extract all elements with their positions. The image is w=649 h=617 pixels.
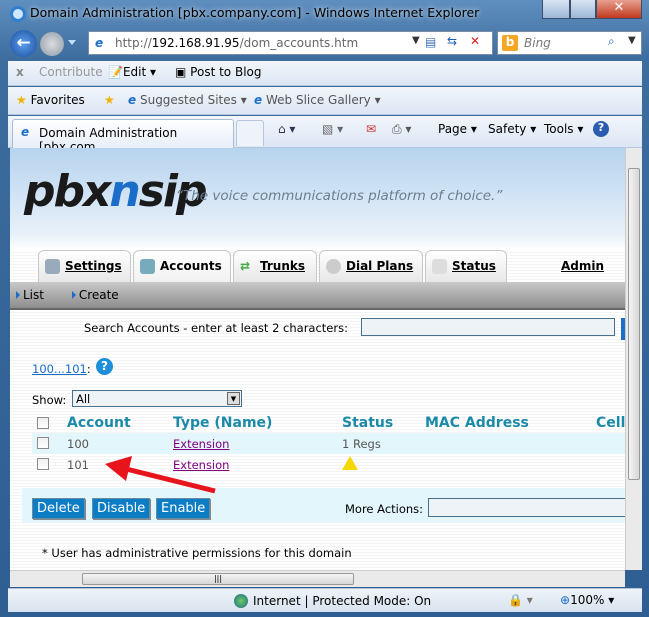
search-box[interactable]: Bing b ⌕ ▼ [497, 31, 642, 55]
url-host: 192.168.91.95 [151, 36, 240, 50]
history-dropdown-icon[interactable] [68, 40, 76, 45]
back-button[interactable]: ← [10, 30, 37, 57]
arrow-shaft [121, 465, 216, 494]
home-icon[interactable]: ⌂ ▾ [278, 122, 295, 136]
zoom-icon: ⊕ [560, 593, 571, 607]
search-dropdown-icon[interactable]: ▼ [628, 35, 636, 46]
suggested-sites-button[interactable]: e Suggested Sites ▾ [128, 93, 247, 107]
command-bar: x Contribute 📝Edit ▾ ▣ Post to Blog [8, 61, 642, 86]
address-dropdown-icon[interactable]: ▼ [412, 35, 420, 46]
web-slice-gallery-button[interactable]: e Web Slice Gallery ▾ [254, 93, 381, 107]
ie-logo-icon [10, 6, 26, 22]
close-button[interactable]: ✕ [596, 0, 642, 19]
search-placeholder: Bing [524, 36, 551, 50]
page-content: pbxnsip “The voice communications platfo… [10, 148, 625, 570]
compatibility-view-icon[interactable]: ▤ [425, 35, 436, 49]
window-title: Domain Administration [pbx.company.com] … [30, 5, 480, 20]
star-icon: ★ [16, 93, 27, 107]
minimize-button[interactable] [542, 0, 570, 19]
stop-icon[interactable]: ✕ [470, 34, 480, 48]
url-path: /dom_accounts.htm [239, 36, 359, 50]
zoom-button[interactable]: ⊕100% ▾ [560, 593, 614, 607]
tools-menu[interactable]: Tools ▾ [544, 122, 583, 136]
tools-menu-label: Tools [544, 122, 574, 136]
refresh-icon[interactable]: ⇆ [447, 34, 457, 48]
safety-menu-label: Safety [488, 122, 527, 136]
blog-icon: ▣ [175, 65, 187, 79]
favorites-label: Favorites [30, 93, 85, 107]
post-to-blog-button[interactable]: ▣ Post to Blog [175, 65, 261, 79]
ie-tab-icon: e [21, 125, 30, 139]
browser-tab-active[interactable]: e Domain Administration [pbx.com... [12, 119, 234, 154]
bing-logo-icon: b [502, 35, 518, 51]
browser-window: Domain Administration [pbx.company.com] … [0, 0, 649, 617]
close-toolbar-icon[interactable]: x [16, 65, 24, 79]
search-icon[interactable]: ⌕ [608, 34, 615, 49]
mail-icon[interactable]: ✉ [366, 122, 376, 136]
new-tab-button[interactable] [236, 120, 264, 146]
ie-icon: e [128, 93, 137, 107]
help-icon[interactable]: ? [593, 121, 609, 137]
suggested-sites-label: Suggested Sites [139, 93, 237, 107]
arrow-head [105, 456, 132, 481]
privacy-icon[interactable]: 🔒 ▾ [508, 593, 533, 607]
favorites-button[interactable]: ★ Favorites [16, 93, 85, 107]
zoom-level: 100% [570, 593, 605, 607]
address-bar[interactable]: http://192.168.91.95/dom_accounts.htm e … [88, 31, 493, 55]
page-menu[interactable]: Page ▾ [438, 122, 477, 136]
horizontal-scroll-thumb[interactable]: ||| [82, 573, 354, 585]
maximize-button[interactable] [570, 0, 596, 19]
post-to-blog-label: Post to Blog [190, 65, 262, 79]
url-prefix: http:// [115, 36, 152, 50]
print-icon[interactable]: ⎙ ▾ [392, 122, 411, 137]
ie-page-icon: e [254, 93, 263, 107]
vertical-scroll-thumb[interactable] [628, 168, 640, 480]
tab-toolbar-row: e Domain Administration [pbx.com... ⌂ ▾ ▧… [8, 116, 642, 154]
security-zone[interactable]: Internet | Protected Mode: On [253, 594, 431, 608]
web-slice-gallery-label: Web Slice Gallery [265, 93, 371, 107]
favorites-bar: ★ Favorites ★ e Suggested Sites ▾ e Web … [8, 87, 642, 115]
page-icon: e [95, 36, 104, 50]
edit-label: Edit [122, 65, 147, 79]
add-favorites-icon[interactable]: ★ [104, 93, 115, 107]
annotation-arrow [105, 456, 216, 494]
vertical-scrollbar[interactable] [625, 148, 642, 570]
edit-button[interactable]: 📝Edit ▾ [108, 65, 156, 79]
safety-menu[interactable]: Safety ▾ [488, 122, 536, 136]
globe-icon [234, 594, 248, 608]
feeds-icon[interactable]: ▧ ▾ [322, 122, 343, 136]
horizontal-scrollbar[interactable]: ||| [10, 570, 625, 587]
contribute-button[interactable]: Contribute [39, 65, 103, 79]
status-bar: Internet | Protected Mode: On 🔒 ▾ ⊕100% … [8, 588, 642, 612]
page-menu-label: Page [438, 122, 468, 136]
edit-icon: 📝 [108, 65, 123, 79]
forward-button[interactable] [40, 32, 64, 56]
